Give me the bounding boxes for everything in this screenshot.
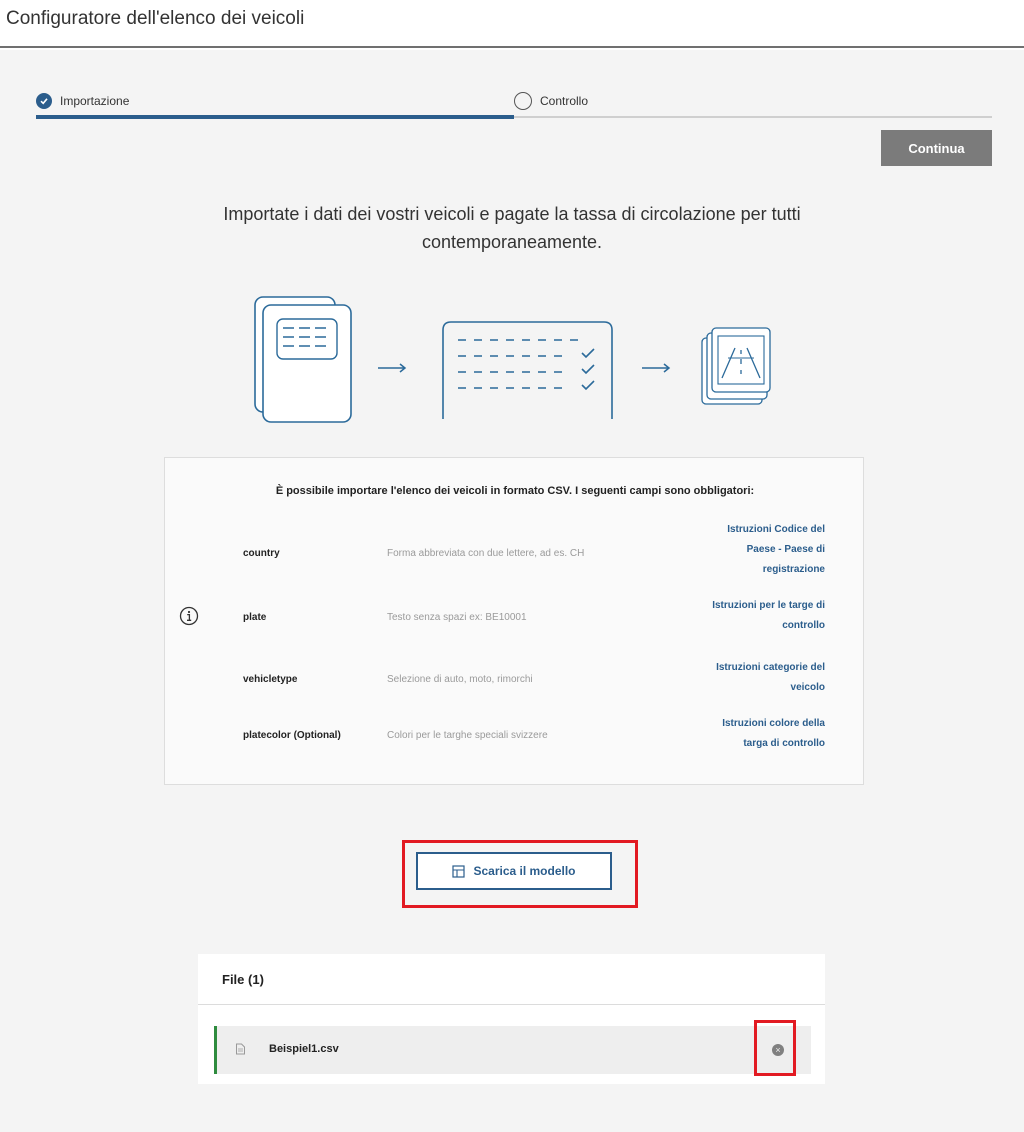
download-template-button[interactable]: Scarica il modello — [416, 852, 612, 890]
check-circle-icon — [36, 93, 52, 109]
step-label: Controllo — [540, 94, 589, 108]
stepper: Importazione Controllo — [36, 86, 992, 119]
vehicletype-instructions-link[interactable]: Istruzioni categorie del veicolo — [675, 658, 825, 698]
link-line: Istruzioni Codice del — [727, 524, 825, 535]
step-importazione[interactable]: Importazione — [36, 86, 129, 116]
platecolor-instructions-link[interactable]: Istruzioni colore della targa di control… — [675, 714, 825, 754]
download-template-label: Scarica il modello — [473, 864, 576, 878]
plate-instructions-link[interactable]: Istruzioni per le targe di controllo — [675, 596, 825, 636]
info-heading: È possibile importare l'elenco dei veico… — [275, 485, 755, 497]
page-header: Configuratore dell'elenco dei veicoli — [0, 0, 1024, 48]
link-line: Istruzioni colore della — [722, 718, 825, 729]
field-name: platecolor (Optional) — [243, 730, 341, 741]
main-content: Importazione Controllo Continua Importat… — [0, 50, 1024, 1132]
stepper-progress — [36, 115, 514, 119]
file-name: Beispiel1.csv — [269, 1043, 339, 1055]
file-item: Beispiel1.csv × — [214, 1026, 811, 1074]
empty-circle-icon — [514, 92, 532, 110]
field-description: Colori per le targhe speciali svizzere — [387, 730, 548, 741]
link-line: veicolo — [790, 682, 825, 693]
arrow-right-icon — [642, 363, 671, 373]
field-row-country: country Forma abbreviata con due lettere… — [165, 520, 865, 576]
link-line: registrazione — [762, 564, 825, 575]
field-description: Testo senza spazi ex: BE10001 — [387, 612, 527, 623]
import-process-illustration — [254, 296, 771, 423]
field-description: Selezione di auto, moto, rimorchi — [387, 674, 533, 685]
page-title: Configuratore dell'elenco dei veicoli — [6, 8, 305, 29]
motorway-vignette-icon — [701, 327, 771, 405]
intro-text: Importate i dati dei vostri veicoli e pa… — [223, 204, 801, 252]
arrow-right-icon — [378, 363, 407, 373]
field-row-plate: plate Testo senza spazi ex: BE10001 Istr… — [165, 596, 865, 652]
remove-button-highlight — [754, 1020, 796, 1076]
step-controllo[interactable]: Controllo — [514, 86, 588, 116]
spreadsheet-icon — [452, 864, 466, 878]
checklist-icon — [442, 321, 613, 419]
field-name: vehicletype — [243, 674, 298, 685]
country-instructions-link[interactable]: Istruzioni Codice del Paese - Paese di r… — [675, 520, 825, 580]
link-line: Istruzioni categorie del — [716, 662, 825, 673]
csv-documents-icon — [254, 296, 352, 423]
link-line: controllo — [782, 620, 825, 631]
link-line: Paese - Paese di — [746, 544, 825, 555]
link-line: targa di controllo — [743, 738, 825, 749]
step-label: Importazione — [60, 94, 130, 108]
file-list-title: File (1) — [222, 972, 264, 987]
csv-info-panel: È possibile importare l'elenco dei veico… — [164, 457, 864, 785]
field-description: Forma abbreviata con due lettere, ad es.… — [387, 548, 585, 559]
divider — [198, 1004, 825, 1005]
link-line: Istruzioni per le targe di — [712, 600, 825, 611]
file-list-panel: File (1) Beispiel1.csv × — [198, 954, 825, 1084]
field-row-platecolor: platecolor (Optional) Colori per le targ… — [165, 714, 865, 770]
field-name: country — [243, 548, 280, 559]
field-name: plate — [243, 612, 267, 623]
continue-button[interactable]: Continua — [881, 130, 992, 166]
file-icon — [236, 1043, 245, 1055]
field-row-vehicletype: vehicletype Selezione di auto, moto, rim… — [165, 658, 865, 714]
